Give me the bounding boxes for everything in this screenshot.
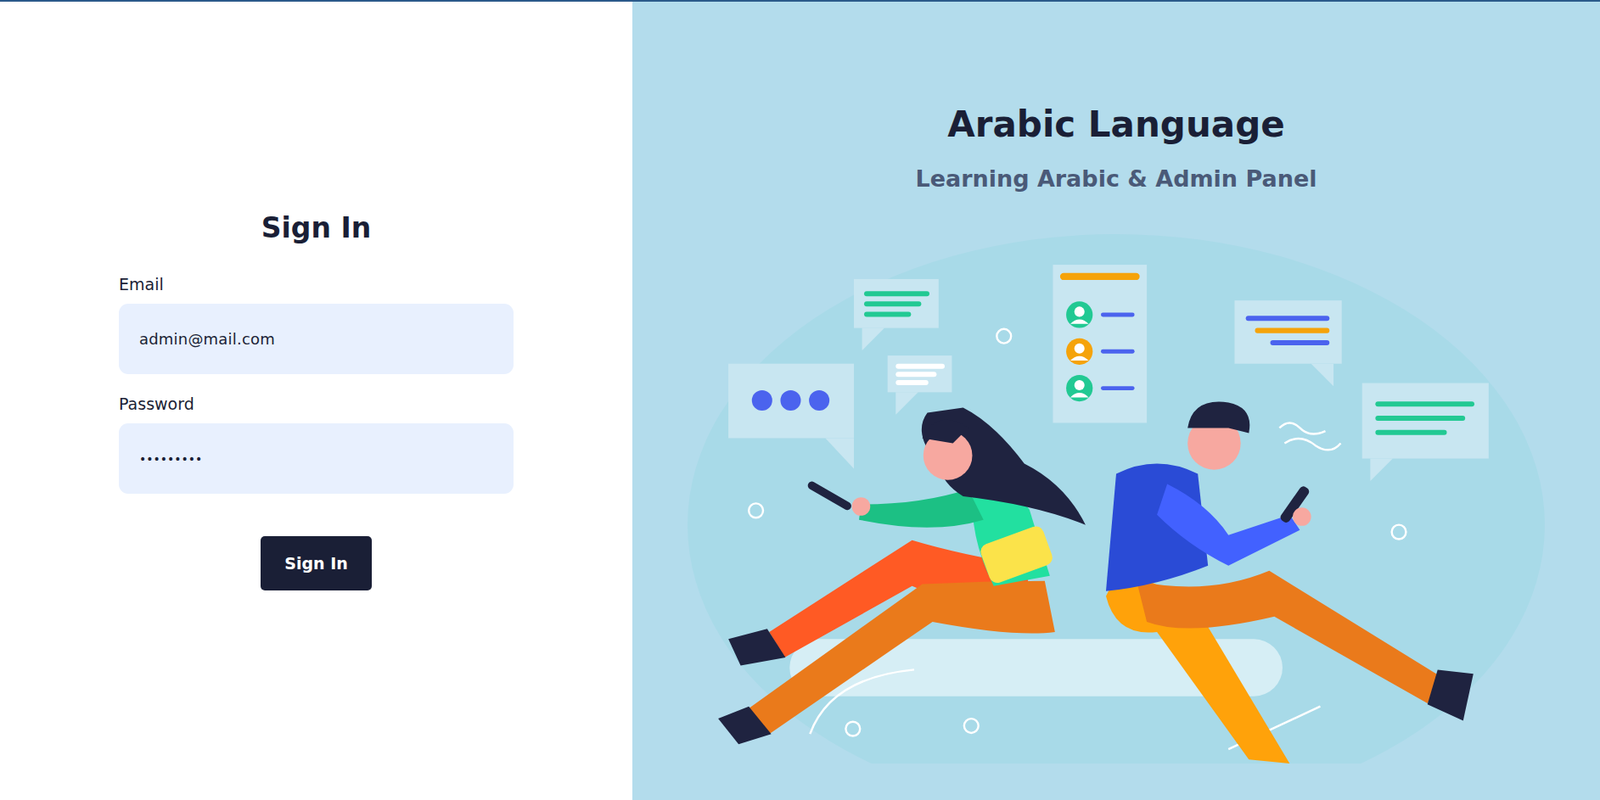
signin-form: Sign In Email admin@mail.com Password ••••••…: [118, 211, 514, 591]
email-input[interactable]: admin@mail.com: [118, 303, 514, 375]
form-field: Password •••••••••: [118, 394, 514, 495]
hero-subtitle: Learning Arabic & Admin Panel: [915, 165, 1317, 192]
login-page: Sign In Email admin@mail.com Password ••••••…: [0, 0, 1600, 800]
chat-bubble-icon: [887, 355, 953, 416]
hero-title: Arabic Language: [947, 103, 1285, 146]
signin-panel: Sign In Email admin@mail.com Password ••••••…: [0, 1, 633, 800]
people-chatting-illustration: [677, 229, 1556, 764]
signin-title: Sign In: [118, 211, 514, 245]
field-label: Password: [118, 394, 514, 414]
chat-bubble-icon: [1234, 300, 1342, 387]
chat-bubble-icon: [1362, 383, 1489, 482]
man-figure-icon: [1105, 402, 1474, 764]
hero-panel: Arabic Language Learning Arabic & Admin P…: [632, 1, 1600, 800]
typing-bubble-icon: [728, 364, 854, 470]
password-input[interactable]: •••••••••: [118, 423, 514, 495]
chat-bubble-icon: [853, 279, 939, 351]
form-field: Email admin@mail.com: [118, 275, 514, 375]
signin-button[interactable]: Sign In: [260, 536, 372, 591]
field-label: Email: [118, 275, 514, 294]
contacts-card-icon: [1052, 264, 1147, 423]
woman-figure-icon: [718, 407, 1086, 745]
